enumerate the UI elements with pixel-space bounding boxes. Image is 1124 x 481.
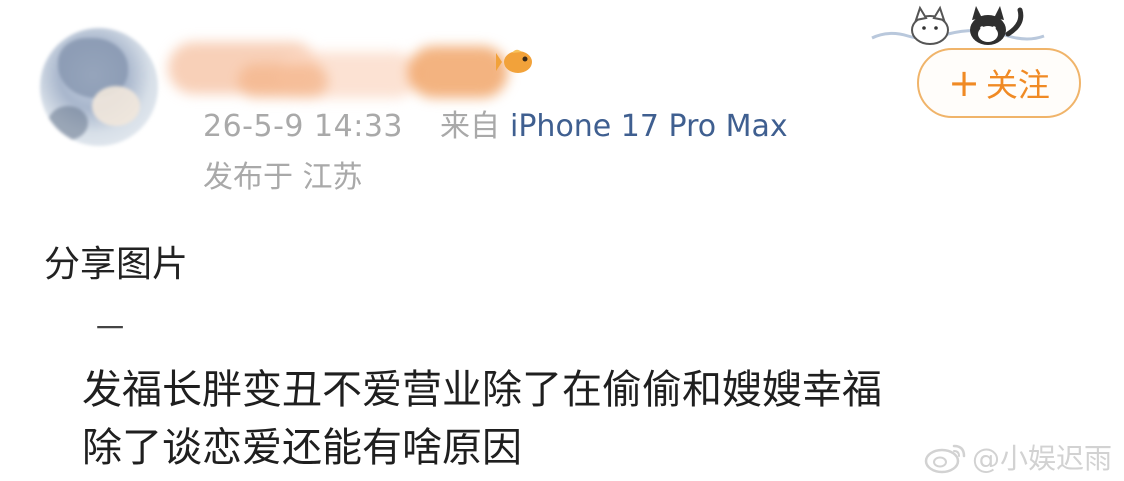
avatar-blur-shape — [48, 106, 88, 140]
dash-divider: 一 — [96, 312, 125, 345]
redaction-blob — [238, 64, 328, 98]
post-heading: 分享图片 — [44, 244, 189, 285]
post-body-line: 发福长胖变丑不爱营业除了在偷偷和嫂嫂幸福 — [82, 367, 882, 413]
post-source-prefix: 来自 — [440, 109, 500, 144]
plus-icon: + — [948, 61, 980, 105]
follow-label: 关注 — [985, 66, 1050, 104]
weibo-post-card: 26-5-9 14:33 来自 iPhone 17 Pro Max 发布于 江苏… — [0, 0, 1124, 481]
avatar[interactable] — [40, 28, 158, 146]
avatar-blur-shape — [92, 86, 140, 126]
cat-dog-sticker-icon — [871, 5, 1045, 45]
post-body-line: 除了谈恋爱还能有啥原因 — [82, 425, 522, 471]
post-location: 发布于 江苏 — [203, 160, 363, 195]
redaction-blob — [408, 46, 508, 98]
weibo-logo-icon — [924, 444, 966, 474]
username-redacted[interactable] — [168, 28, 538, 104]
watermark: @小娱迟雨 — [924, 437, 1112, 477]
watermark-text: @小娱迟雨 — [972, 442, 1113, 475]
post-timestamp: 26-5-9 14:33 — [203, 109, 403, 144]
post-device-link[interactable]: iPhone 17 Pro Max — [510, 107, 788, 147]
fish-icon — [496, 49, 532, 73]
follow-button[interactable]: + 关注 — [917, 48, 1081, 118]
